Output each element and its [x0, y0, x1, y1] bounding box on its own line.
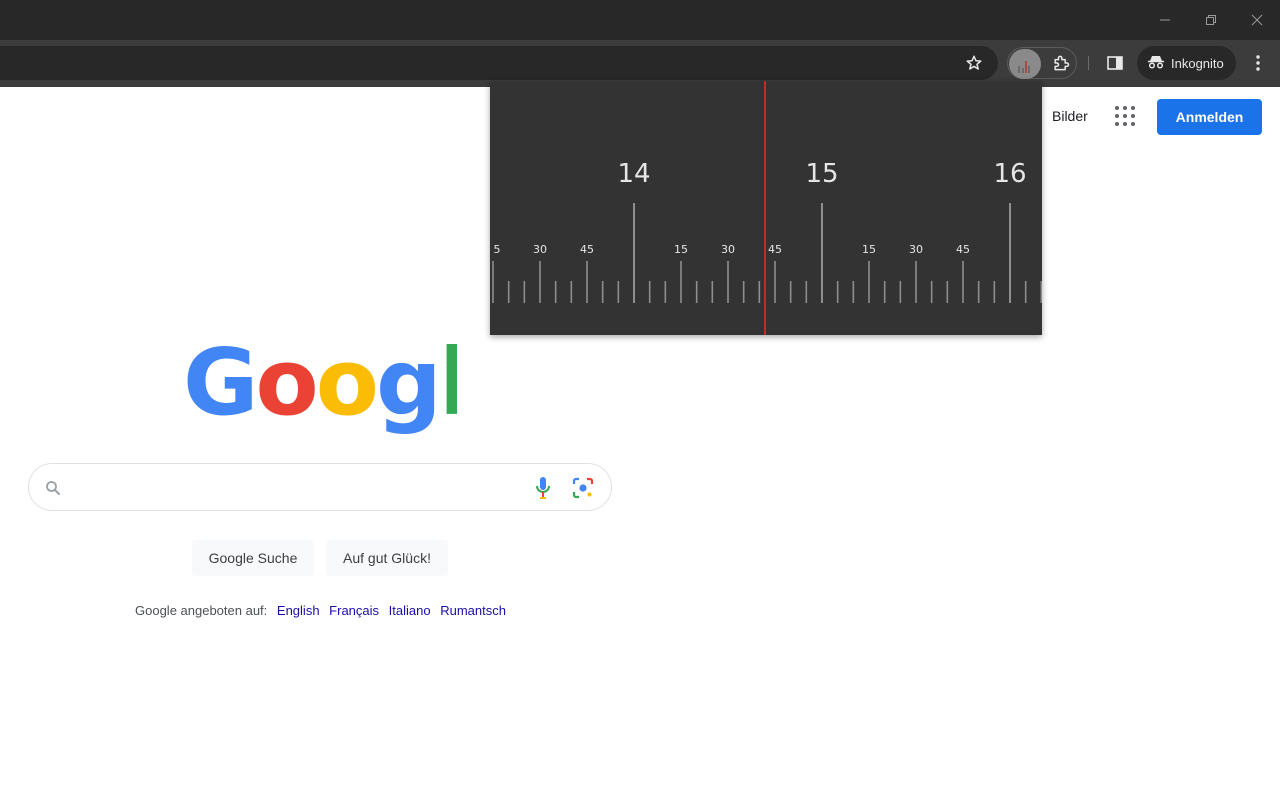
language-link-italian[interactable]: Italiano [389, 603, 431, 618]
language-offer-label: Google angeboten auf: [135, 603, 268, 618]
ruler-minor-label: 30 [721, 243, 735, 256]
ruler-scale: 14 15 16 5 30 45 15 30 45 15 30 45 [492, 81, 1042, 335]
toolbar-separator [1088, 56, 1089, 70]
nav-images-link[interactable]: Bilder [1052, 108, 1088, 124]
incognito-badge[interactable]: Inkognito [1137, 46, 1236, 80]
signin-button[interactable]: Anmelden [1157, 99, 1262, 135]
ruler-major-label: 16 [993, 159, 1026, 189]
side-panel-icon[interactable] [1104, 52, 1126, 74]
microphone-icon[interactable] [531, 475, 555, 501]
camera-lens-icon[interactable] [570, 475, 596, 501]
ruler-minor-label: 5 [494, 243, 501, 256]
ruler-major-label: 15 [805, 159, 838, 189]
ruler-minor-label: 45 [768, 243, 782, 256]
close-icon[interactable] [1243, 6, 1271, 34]
ruler-minor-label: 45 [956, 243, 970, 256]
language-link-romansh[interactable]: Rumantsch [440, 603, 506, 618]
language-link-english[interactable]: English [277, 603, 320, 618]
ruler-extension-icon[interactable] [1009, 49, 1041, 79]
language-link-french[interactable]: Français [329, 603, 379, 618]
ruler-minor-label: 30 [909, 243, 923, 256]
ruler-minor-label: 15 [862, 243, 876, 256]
ruler-major-label: 14 [617, 159, 650, 189]
search-input[interactable] [75, 474, 515, 500]
star-icon[interactable] [964, 53, 984, 73]
search-icon [43, 478, 63, 498]
language-offer: Google angeboten auf: English Français I… [135, 603, 506, 618]
address-bar[interactable] [0, 46, 998, 80]
browser-titlebar [0, 0, 1280, 40]
ruler-minor-label: 45 [580, 243, 594, 256]
minimize-icon[interactable] [1151, 6, 1179, 34]
svg-text:Google: Google [183, 338, 457, 436]
google-logo: Google [183, 329, 530, 438]
puzzle-icon[interactable] [1050, 52, 1072, 74]
search-box [28, 463, 612, 511]
feeling-lucky-button[interactable]: Auf gut Glück! [326, 540, 448, 576]
restore-icon[interactable] [1197, 6, 1225, 34]
google-search-button[interactable]: Google Suche [192, 540, 314, 576]
kebab-menu-icon[interactable] [1248, 52, 1268, 74]
incognito-icon [1147, 55, 1165, 72]
ruler-minor-label: 15 [674, 243, 688, 256]
ruler-popup[interactable]: 14 15 16 5 30 45 15 30 45 15 30 45 [490, 81, 1042, 335]
ruler-minor-label: 30 [533, 243, 547, 256]
incognito-label: Inkognito [1171, 55, 1224, 71]
apps-grid-icon[interactable] [1114, 105, 1136, 127]
